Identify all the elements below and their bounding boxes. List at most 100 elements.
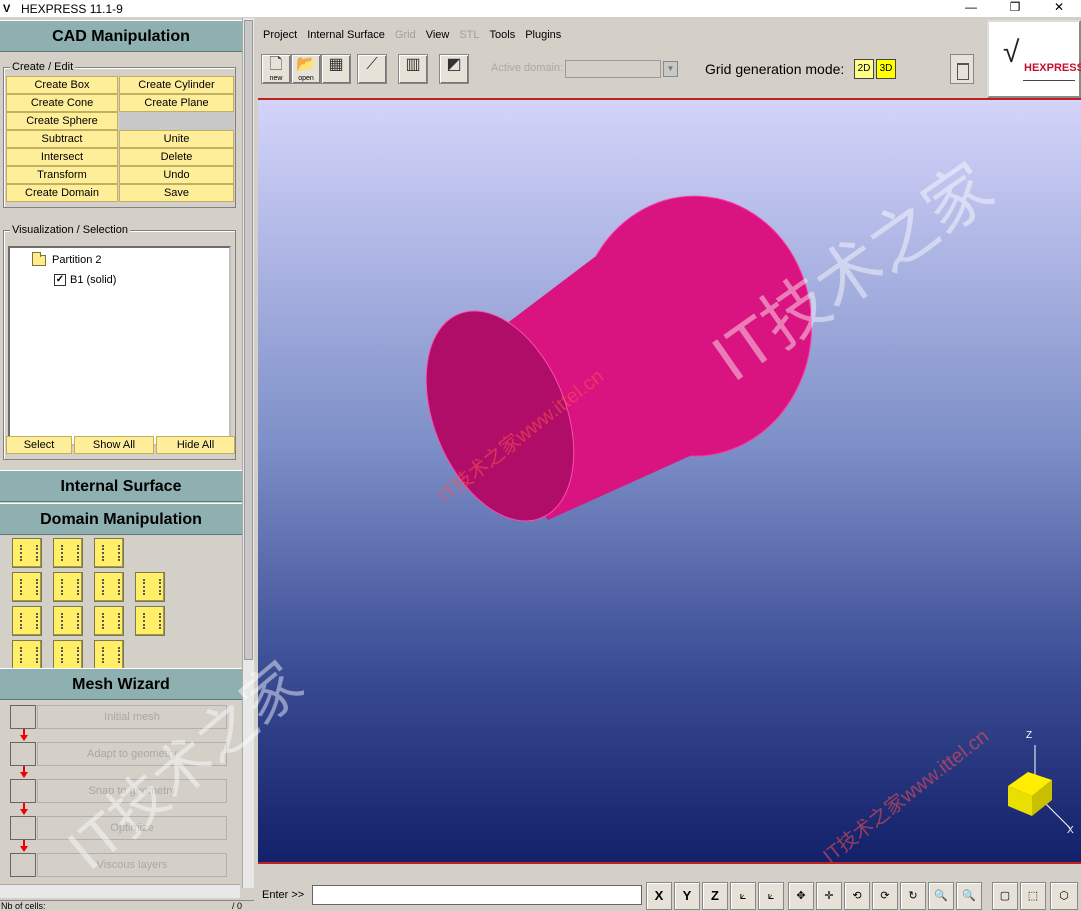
- menu-tools[interactable]: Tools: [485, 29, 521, 41]
- close-button[interactable]: ✕: [1037, 0, 1081, 17]
- cad-button-create-sphere[interactable]: Create Sphere: [6, 112, 118, 130]
- menu-view[interactable]: View: [421, 29, 455, 41]
- zoom-in-icon[interactable]: 🔍: [928, 882, 954, 910]
- wizard-step-optimize[interactable]: Optimize: [10, 816, 227, 840]
- left-vertical-scrollbar[interactable]: [242, 18, 254, 888]
- view-x-button[interactable]: X: [646, 882, 672, 910]
- view-y-button[interactable]: Y: [674, 882, 700, 910]
- undo-domain-icon[interactable]: [12, 640, 42, 670]
- cad-button-delete[interactable]: Delete: [119, 148, 234, 166]
- pan-icon[interactable]: ✥: [788, 882, 814, 910]
- merge-domain-icon[interactable]: [94, 640, 124, 670]
- ruler-icon: ⟋: [366, 56, 378, 73]
- domain-tool-icon[interactable]: [94, 538, 124, 568]
- step-status-box: [10, 853, 36, 877]
- quality-button[interactable]: ▥: [398, 54, 428, 84]
- wizard-step-viscous[interactable]: Viscous layers: [10, 853, 227, 877]
- command-input[interactable]: [312, 885, 642, 905]
- domain-manipulation-header[interactable]: Domain Manipulation: [0, 503, 242, 535]
- cad-button-create-plane[interactable]: Create Plane: [119, 94, 234, 112]
- step-status-box: [10, 742, 36, 766]
- mesh-wizard-header[interactable]: Mesh Wizard: [0, 668, 242, 700]
- tree-item-partition[interactable]: Partition 2: [32, 251, 102, 266]
- domain-tool-icon[interactable]: [94, 606, 124, 636]
- menu-plugins[interactable]: Plugins: [520, 29, 566, 41]
- domain-tool-icon[interactable]: [12, 538, 42, 568]
- cad-button-intersect[interactable]: Intersect: [6, 148, 118, 166]
- logo-text: HEXPRESS: [1024, 62, 1081, 74]
- cube-view-icon[interactable]: ⬚: [1020, 882, 1046, 910]
- zoom-out-icon[interactable]: 🔍: [956, 882, 982, 910]
- view-z-button[interactable]: Z: [702, 882, 728, 910]
- step-status-box: [10, 705, 36, 729]
- cad-button-unite[interactable]: Unite: [119, 130, 234, 148]
- snap-to-geometry-button[interactable]: Snap to geometry: [37, 779, 227, 803]
- menu-project[interactable]: Project: [258, 29, 302, 41]
- new-file-icon: 🗋: [269, 56, 283, 73]
- cad-button-save[interactable]: Save: [119, 184, 234, 202]
- cad-button-transform[interactable]: Transform: [6, 166, 118, 184]
- restore-button[interactable]: ❐: [993, 0, 1037, 17]
- erase-button[interactable]: ◩: [439, 54, 469, 84]
- perspective-icon[interactable]: ⬡: [1050, 882, 1078, 910]
- wizard-step-snap[interactable]: Snap to geometry: [10, 779, 227, 803]
- domain-tool-icon[interactable]: [135, 572, 165, 602]
- cad-button-subtract[interactable]: Subtract: [6, 130, 118, 148]
- tree-item-solid[interactable]: ✓ B1 (solid): [54, 274, 116, 286]
- domain-tool-icon[interactable]: [94, 572, 124, 602]
- step-status-box: [10, 779, 36, 803]
- trash-icon[interactable]: [950, 54, 974, 84]
- cad-button-create-cylinder[interactable]: Create Cylinder: [119, 76, 234, 94]
- viscous-layers-button[interactable]: Viscous layers: [37, 853, 227, 877]
- wizard-step-initial-mesh[interactable]: Initial mesh: [10, 705, 227, 729]
- cad-empty-slot: [119, 112, 234, 130]
- domain-tool-icon[interactable]: [12, 572, 42, 602]
- cad-button-create-domain[interactable]: Create Domain: [6, 184, 118, 202]
- new-project-button[interactable]: 🗋 new: [261, 54, 291, 84]
- cad-button-create-cone[interactable]: Create Cone: [6, 94, 118, 112]
- initial-mesh-button[interactable]: Initial mesh: [37, 705, 227, 729]
- 3d-viewport[interactable]: Z X IT技术之家 IT技术之家www.ittel.cn IT技术之家www.…: [258, 100, 1081, 862]
- rotate-x-icon[interactable]: ⟲: [844, 882, 870, 910]
- hide-all-button[interactable]: Hide All: [156, 436, 235, 454]
- menu-internal-surface[interactable]: Internal Surface: [302, 29, 390, 41]
- domain-tool-icon[interactable]: [135, 606, 165, 636]
- wizard-arrow-icon: [20, 735, 28, 741]
- title-bar: V HEXPRESS 11.1-9 — ❐ ✕: [0, 0, 1081, 17]
- adapt-to-geometry-button[interactable]: Adapt to geometry: [37, 742, 227, 766]
- domain-tool-icon[interactable]: [53, 606, 83, 636]
- active-domain-select[interactable]: [565, 60, 661, 78]
- select-button[interactable]: Select: [6, 436, 72, 454]
- wizard-step-adapt[interactable]: Adapt to geometry: [10, 742, 227, 766]
- solid-checkbox[interactable]: ✓: [54, 274, 66, 286]
- domain-tools-grid: [12, 538, 166, 673]
- cad-button-undo[interactable]: Undo: [119, 166, 234, 184]
- domain-tool-icon[interactable]: [53, 572, 83, 602]
- measure-button[interactable]: ⟋: [357, 54, 387, 84]
- internal-surface-header[interactable]: Internal Surface: [0, 470, 242, 502]
- domain-dropdown-icon[interactable]: ▼: [663, 61, 678, 77]
- optimize-button[interactable]: Optimize: [37, 816, 227, 840]
- domain-tool-icon[interactable]: [53, 538, 83, 568]
- open-project-button[interactable]: 📂 open: [291, 54, 321, 84]
- left-horizontal-scrollbar[interactable]: [0, 884, 240, 898]
- show-all-button[interactable]: Show All: [74, 436, 154, 454]
- cad-manipulation-header[interactable]: CAD Manipulation: [0, 20, 242, 52]
- frame-icon[interactable]: ▢: [992, 882, 1018, 910]
- move-icon[interactable]: ✛: [816, 882, 842, 910]
- mode-2d-button[interactable]: 2D: [854, 59, 874, 79]
- minimize-button[interactable]: —: [949, 0, 993, 17]
- cad-button-create-box[interactable]: Create Box: [6, 76, 118, 94]
- scrollbar-thumb[interactable]: [244, 20, 253, 660]
- rotate-z-icon[interactable]: ↻: [900, 882, 926, 910]
- domain-tool-icon[interactable]: [12, 606, 42, 636]
- menu-grid[interactable]: Grid: [390, 29, 421, 41]
- rotate-y-icon[interactable]: ⟳: [872, 882, 898, 910]
- save-project-button[interactable]: ▦: [321, 54, 351, 84]
- menu-stl[interactable]: STL: [454, 29, 484, 41]
- axes-view-icon[interactable]: ⟀: [730, 882, 756, 910]
- mode-3d-button[interactable]: 3D: [876, 59, 896, 79]
- entity-tree[interactable]: Partition 2 ✓ B1 (solid): [8, 246, 231, 446]
- check-domain-icon[interactable]: [53, 640, 83, 670]
- axes-view-alt-icon[interactable]: ⟀: [758, 882, 784, 910]
